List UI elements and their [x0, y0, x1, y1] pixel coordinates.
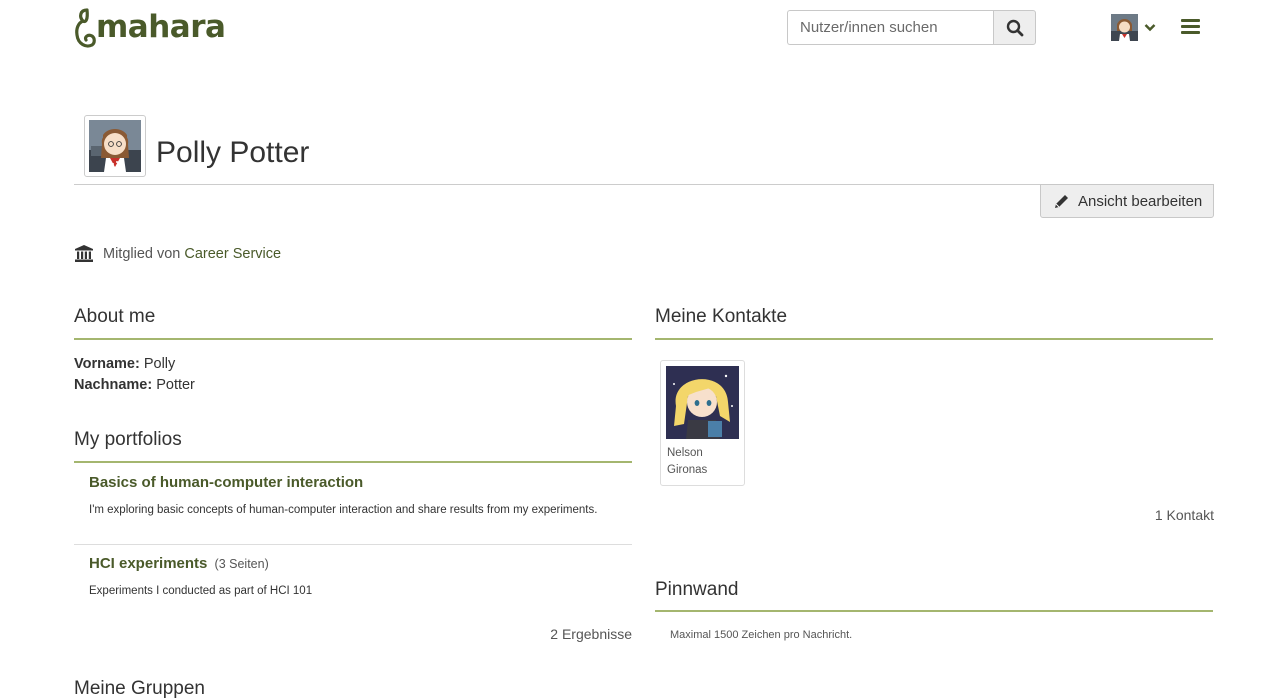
hamburger-bar	[1181, 19, 1200, 22]
about-me-divider	[74, 338, 632, 340]
my-portfolios-title: My portfolios	[74, 429, 182, 450]
first-name-value: Polly	[143, 356, 176, 372]
last-name-field: Nachname: Potter	[74, 377, 195, 393]
hamburger-bar	[1181, 31, 1200, 34]
portfolio-link[interactable]: Basics of human-computer interaction	[89, 474, 363, 491]
user-avatar	[1111, 14, 1138, 41]
hamburger-menu-icon[interactable]	[1181, 19, 1200, 36]
profile-avatar-image	[89, 120, 141, 172]
contact-last-name: Gironas	[667, 464, 708, 476]
portfolio-page-count: (3 Seiten)	[214, 557, 269, 571]
user-search	[787, 10, 1036, 45]
my-contacts-title: Meine Kontakte	[655, 306, 788, 327]
first-name-field: Vorname: Polly	[74, 356, 175, 372]
contacts-count: 1 Kontakt	[1154, 507, 1214, 523]
site-header: mahara	[0, 0, 1287, 60]
contact-name: Nelson Gironas	[667, 445, 739, 479]
user-menu[interactable]	[1111, 14, 1156, 41]
my-groups-title: Meine Gruppen	[74, 678, 205, 699]
portfolio-description: I'm exploring basic concepts of human-co…	[89, 504, 598, 516]
member-label: Mitglied von	[103, 245, 181, 262]
logo-text: mahara	[96, 9, 226, 45]
mahara-logo-mark-icon	[75, 8, 96, 48]
first-name-label: Vorname:	[74, 356, 140, 372]
pencil-icon	[1055, 194, 1068, 208]
hamburger-bar	[1181, 25, 1200, 28]
list-divider	[74, 544, 632, 545]
my-contacts-divider	[655, 338, 1213, 340]
search-button[interactable]	[993, 10, 1036, 45]
chevron-down-icon	[1144, 24, 1156, 32]
portfolio-title: Basics of human-computer interaction	[89, 474, 364, 491]
last-name-label: Nachname:	[74, 377, 153, 393]
institution-membership: Mitglied von Career Service	[74, 244, 281, 263]
edit-view-label: Ansicht bearbeiten	[1078, 192, 1203, 210]
institution-icon	[75, 245, 93, 262]
about-me-title: About me	[74, 306, 156, 327]
header-decorative-stripe	[0, 60, 1287, 66]
contact-first-name: Nelson	[667, 447, 703, 459]
contact-avatar	[666, 366, 739, 439]
mahara-logo[interactable]: mahara	[74, 6, 226, 52]
search-icon	[1006, 19, 1023, 36]
portfolio-description: Experiments I conducted as part of HCI 1…	[89, 585, 313, 597]
profile-picture	[84, 115, 146, 177]
portfolio-item: HCI experiments (3 Seiten)	[89, 555, 269, 572]
wall-title: Pinnwand	[655, 579, 739, 600]
results-count: 2 Ergebnisse	[550, 626, 632, 642]
portfolio-link[interactable]: HCI experiments	[89, 555, 207, 572]
wall-limit-note: Maximal 1500 Zeichen pro Nachricht.	[670, 629, 853, 641]
wall-divider	[655, 610, 1213, 612]
edit-view-button[interactable]: Ansicht bearbeiten	[1040, 184, 1214, 218]
search-input[interactable]	[787, 10, 993, 45]
page-title: Polly Potter	[156, 136, 310, 169]
institution-link[interactable]: Career Service	[184, 246, 281, 262]
my-portfolios-divider	[74, 461, 632, 463]
last-name-value: Potter	[156, 377, 195, 393]
contact-card[interactable]: Nelson Gironas	[660, 360, 745, 486]
